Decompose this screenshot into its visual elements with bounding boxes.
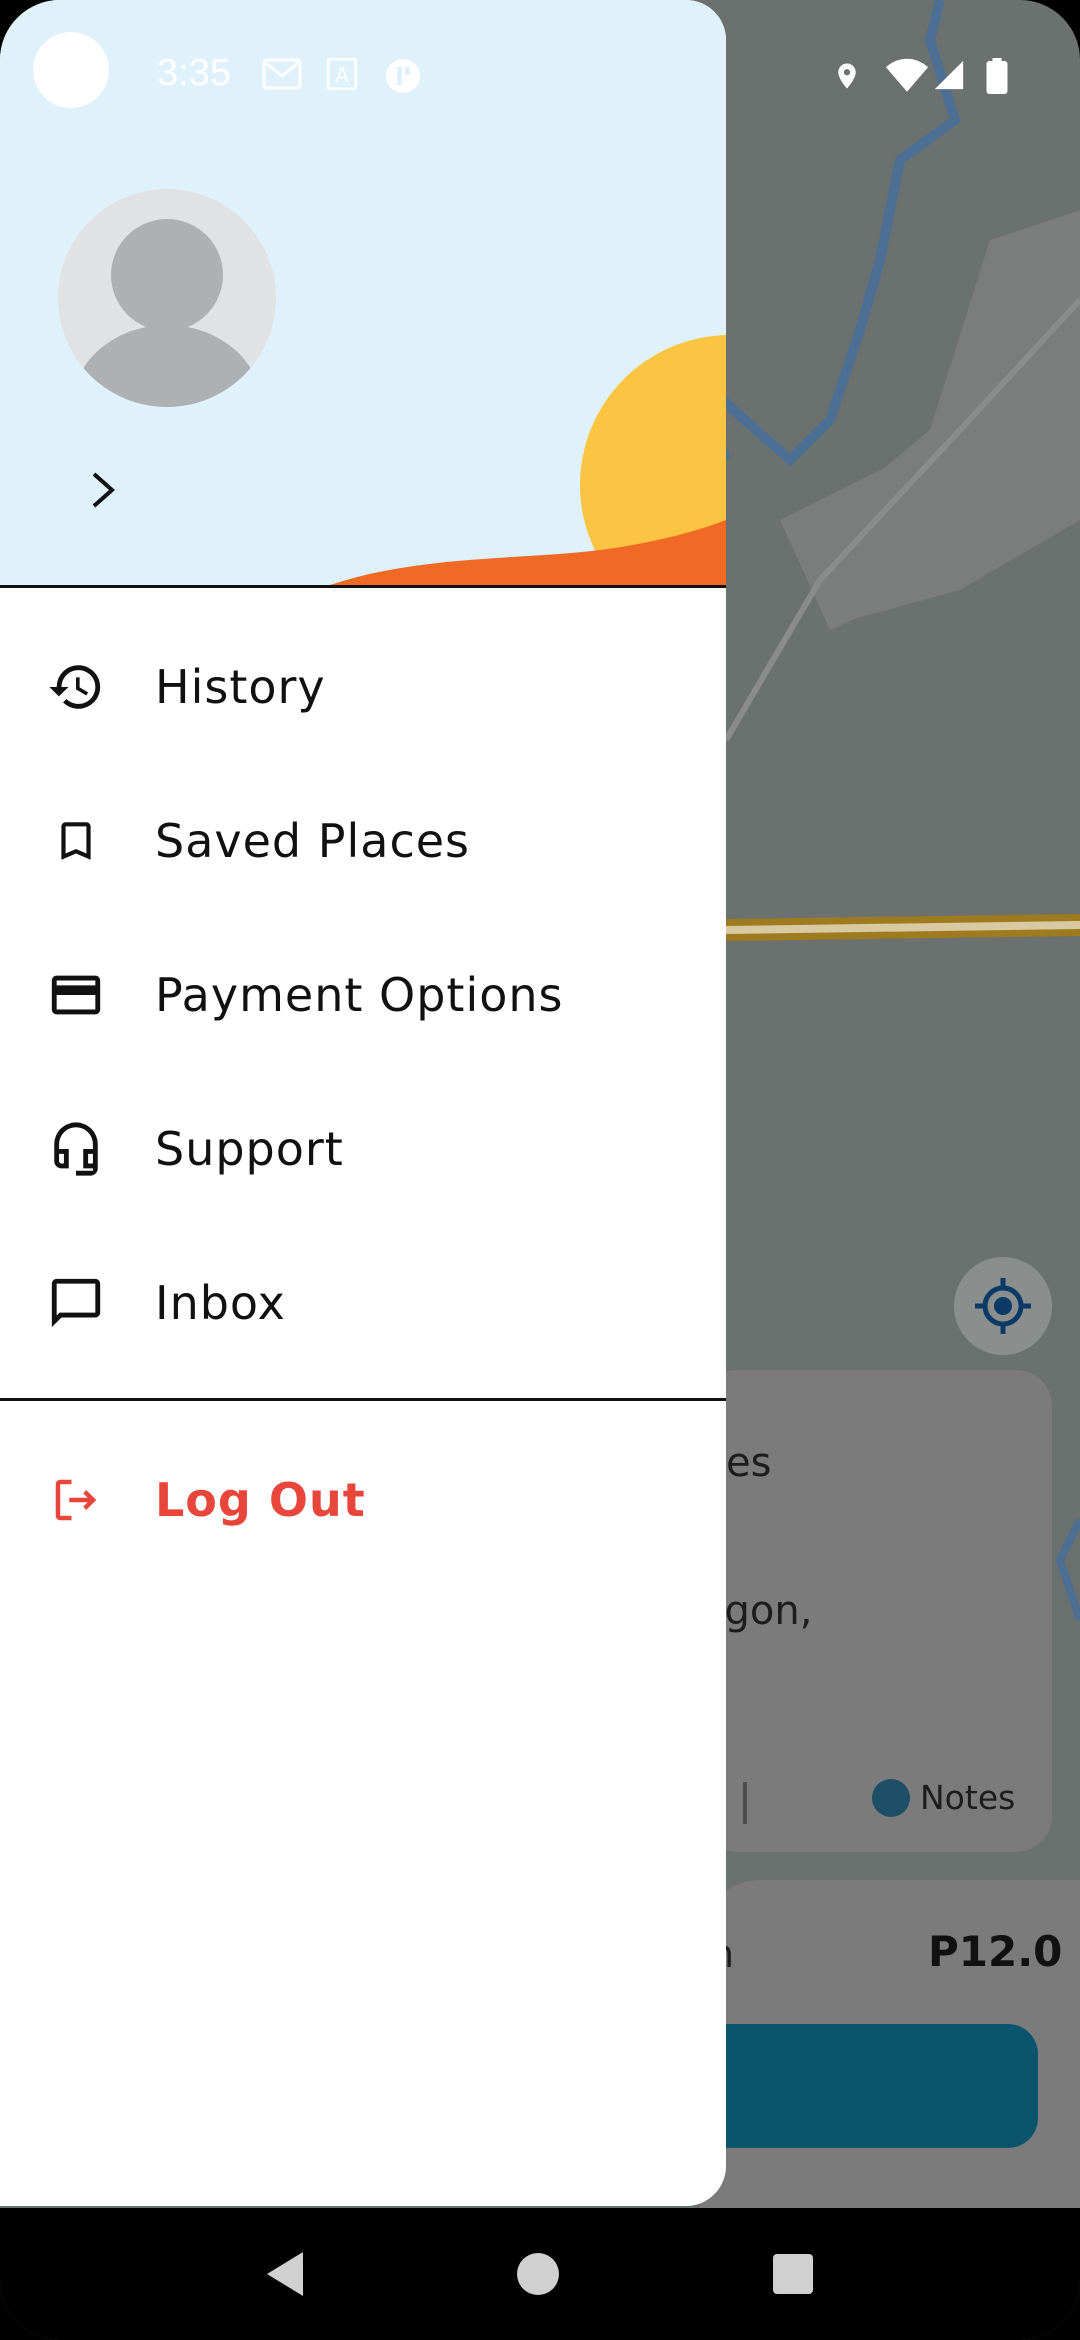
recent-apps-icon[interactable] (773, 2254, 813, 2294)
wifi-icon (886, 58, 928, 92)
fare-value: P12.0 (928, 1927, 1063, 1976)
back-icon[interactable] (267, 2252, 303, 2296)
notes-button[interactable]: Notes (872, 1778, 1015, 1817)
location-icon (838, 63, 856, 89)
navigation-drawer: History Saved Places Payment Options Sup… (0, 0, 726, 2206)
headset-icon (46, 1119, 106, 1179)
notes-icon (872, 1778, 910, 1817)
logout-label: Log Out (155, 1473, 366, 1527)
menu-item-label: Saved Places (155, 814, 470, 868)
battery-icon (986, 58, 1008, 94)
status-bar: 3:35 A (0, 0, 1080, 140)
logout-button[interactable]: Log Out (0, 1440, 726, 1560)
user-placeholder-icon (72, 219, 262, 407)
menu-item-inbox[interactable]: Inbox (0, 1243, 726, 1363)
system-navigation-bar (0, 2208, 1080, 2340)
trip-pickup-text: es (726, 1440, 772, 1486)
crosshair-icon (975, 1278, 1031, 1334)
notes-label: Notes (920, 1778, 1016, 1817)
chat-icon (46, 1273, 106, 1333)
credit-card-icon (46, 965, 106, 1025)
book-ride-button[interactable] (700, 2024, 1038, 2148)
svg-text:A: A (335, 63, 349, 87)
menu-item-support[interactable]: Support (0, 1089, 726, 1209)
chevron-right-icon[interactable] (88, 470, 120, 510)
menu-item-label: Inbox (155, 1276, 286, 1330)
menu-item-payment-options[interactable]: Payment Options (0, 935, 726, 1055)
a-icon: A (327, 58, 357, 90)
bookmark-icon (46, 811, 106, 871)
home-icon[interactable] (517, 2253, 559, 2295)
status-time: 3:35 (157, 52, 231, 94)
logout-icon (46, 1470, 106, 1530)
app-icon (386, 59, 420, 93)
signal-icon (934, 60, 964, 90)
history-icon (46, 657, 106, 717)
menu-item-saved-places[interactable]: Saved Places (0, 781, 726, 901)
menu-item-label: History (155, 660, 326, 714)
menu-item-label: Payment Options (155, 968, 564, 1022)
locate-me-button[interactable] (954, 1257, 1052, 1355)
menu-item-history[interactable]: History (0, 627, 726, 747)
camera-cutout (33, 32, 109, 108)
menu-item-label: Support (155, 1122, 344, 1176)
avatar[interactable] (58, 189, 276, 407)
menu-divider (0, 1398, 726, 1401)
gmail-icon (262, 58, 302, 90)
trip-divider (743, 1782, 747, 1824)
header-divider (0, 585, 726, 588)
